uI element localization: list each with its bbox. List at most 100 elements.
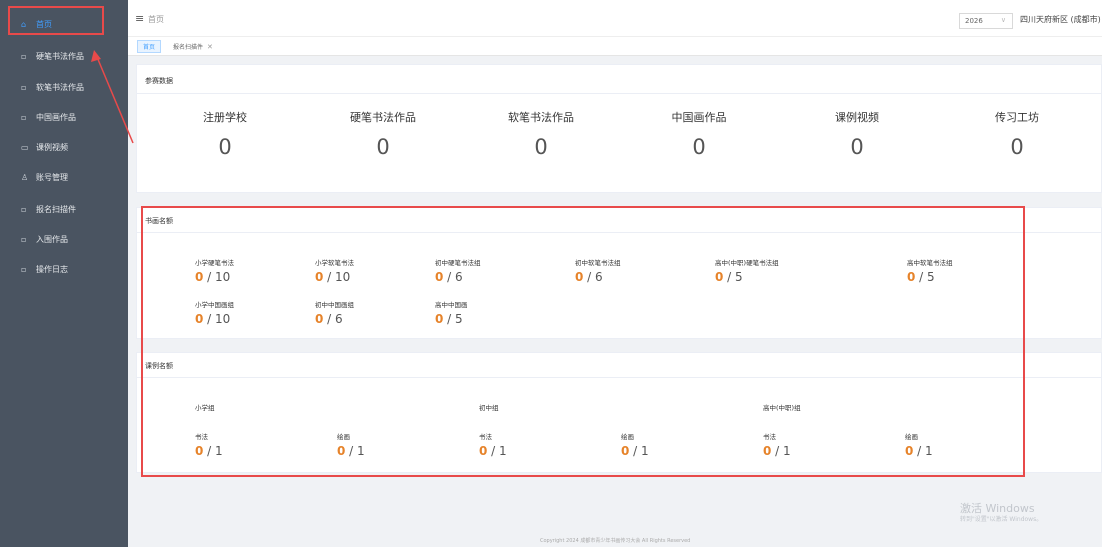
quota-item: 书法 0 / 1 [195,433,223,458]
sidebar-item-brush-works[interactable]: ▫ 软笔书法作品 [0,73,128,101]
group-label: 初中组 [479,404,499,412]
sidebar-item-shortlisted-works[interactable]: ▫ 入围作品 [0,225,128,253]
stat-item: 注册学校 0 [145,109,305,159]
quota-label: 高中软笔书法组 [907,259,953,267]
home-icon: ⌂ [21,19,27,29]
quota-total: 6 [595,270,603,284]
quota-current: 0 [575,270,584,284]
user-icon: ♙ [21,172,29,182]
quota-current: 0 [479,444,488,458]
tab-label: 首页 [143,44,156,51]
quota-item: 高中中国画 0 / 5 [435,301,468,326]
video-icon: ▭ [21,142,29,152]
quota-total: 1 [215,444,223,458]
stat-value: 0 [692,135,706,159]
sidebar-item-hard-pen-works[interactable]: ▫ 硬笔书法作品 [0,42,128,70]
quota-label: 绘画 [621,433,634,441]
document-icon: ▫ [21,112,27,122]
stat-value: 0 [534,135,548,159]
stats-card: 参赛数据 注册学校 0 硬笔书法作品 0 软笔书法作品 0 中国画作品 0 课例… [136,64,1102,193]
quota-current: 0 [905,444,914,458]
sidebar-item-account-management[interactable]: ♙ 账号管理 [0,163,128,191]
quota-label: 初中软笔书法组 [575,259,621,267]
quota-current: 0 [435,270,444,284]
quota-total: 1 [641,444,649,458]
tags-view: 首页 报名扫描件 ✕ [128,36,1102,56]
quota-label: 小学软笔书法 [315,259,354,267]
quota-item: 高中(中职)硬笔书法组 0 / 5 [715,259,779,284]
sidebar-item-operation-log[interactable]: ▫ 操作日志 [0,255,128,283]
quota-total: 1 [499,444,507,458]
card-title: 课例名额 [145,362,173,370]
sidebar-item-lesson-videos[interactable]: ▭ 课例视频 [0,133,128,161]
stat-value: 0 [850,135,864,159]
sidebar-item-label: 账号管理 [36,172,68,182]
year-select[interactable]: 2026 ∨ [959,13,1013,29]
quota-item: 小学中国画组 0 / 10 [195,301,234,326]
stat-item: 中国画作品 0 [619,109,779,159]
stat-item: 课例视频 0 [777,109,937,159]
quota-item: 书法 0 / 1 [479,433,507,458]
stat-label: 中国画作品 [671,111,727,124]
sidebar-item-label: 软笔书法作品 [36,82,84,92]
quota-current: 0 [337,444,346,458]
quota-label: 初中中国画组 [315,301,354,309]
footer-copyright: Copyright 2024 成都市青少年书画传习大会 All Rights R… [540,538,691,544]
quota-label: 小学中国画组 [195,301,234,309]
tab-registration-scans[interactable]: 报名扫描件 ✕ [168,40,218,53]
quota-item: 高中软笔书法组 0 / 5 [907,259,953,284]
tab-label: 报名扫描件 [173,44,204,51]
quota-item: 绘画 0 / 1 [337,433,365,458]
lesson-quota-card: 课例名额 小学组 初中组 高中(中职)组 书法 0 / 1 绘画 0 / 1 书… [136,352,1102,473]
quota-total: 10 [215,312,231,326]
quota-current: 0 [435,312,444,326]
sidebar-item-painting-works[interactable]: ▫ 中国画作品 [0,103,128,131]
stat-value: 0 [1010,135,1024,159]
quota-item: 小学软笔书法 0 / 10 [315,259,354,284]
region-label[interactable]: 四川天府新区 (成都市) [1020,14,1101,25]
quota-current: 0 [763,444,772,458]
sidebar-item-label: 首页 [36,19,52,29]
stat-item: 传习工坊 0 [937,109,1097,159]
stat-label: 课例视频 [835,111,879,124]
divider [137,93,1101,94]
sidebar-item-label: 课例视频 [36,142,68,152]
chevron-down-icon: ∨ [1000,16,1006,24]
group-label: 高中(中职)组 [763,404,801,412]
sidebar-item-label: 中国画作品 [36,112,76,122]
quota-item: 初中中国画组 0 / 6 [315,301,354,326]
close-icon[interactable]: ✕ [207,43,213,51]
document-icon: ▫ [21,264,27,274]
sidebar-item-home[interactable]: ⌂ 首页 [0,10,128,38]
sidebar-item-registration-scans[interactable]: ▫ 报名扫描件 [0,195,128,223]
sidebar: ⌂ 首页 ▫ 硬笔书法作品 ▫ 软笔书法作品 ▫ 中国画作品 ▭ 课例视频 ♙ … [0,0,128,547]
sidebar-item-label: 报名扫描件 [36,204,76,214]
quota-total: 1 [783,444,791,458]
quota-item: 绘画 0 / 1 [905,433,933,458]
document-icon: ▫ [21,51,27,61]
stat-item: 硬笔书法作品 0 [303,109,463,159]
stat-label: 传习工坊 [995,111,1039,124]
quota-current: 0 [195,270,204,284]
stat-value: 0 [218,135,232,159]
header: ≡ 首页 2026 ∨ 四川天府新区 (成都市) [128,0,1102,36]
quota-current: 0 [195,312,204,326]
quota-label: 初中硬笔书法组 [435,259,481,267]
quota-total: 5 [455,312,463,326]
menu-toggle-icon[interactable]: ≡ [135,12,144,25]
quota-label: 书法 [763,433,776,441]
card-title: 书画名额 [145,217,173,225]
tab-home[interactable]: 首页 [137,40,162,53]
quota-label: 绘画 [905,433,918,441]
document-icon: ▫ [21,234,27,244]
quota-item: 绘画 0 / 1 [621,433,649,458]
quota-label: 小学硬笔书法 [195,259,234,267]
quota-total: 5 [927,270,935,284]
stat-label: 注册学校 [203,111,247,124]
document-icon: ▫ [21,204,27,214]
divider [137,232,1101,233]
quota-label: 绘画 [337,433,350,441]
quota-total: 1 [925,444,933,458]
quota-total: 1 [357,444,365,458]
quota-label: 书法 [195,433,208,441]
